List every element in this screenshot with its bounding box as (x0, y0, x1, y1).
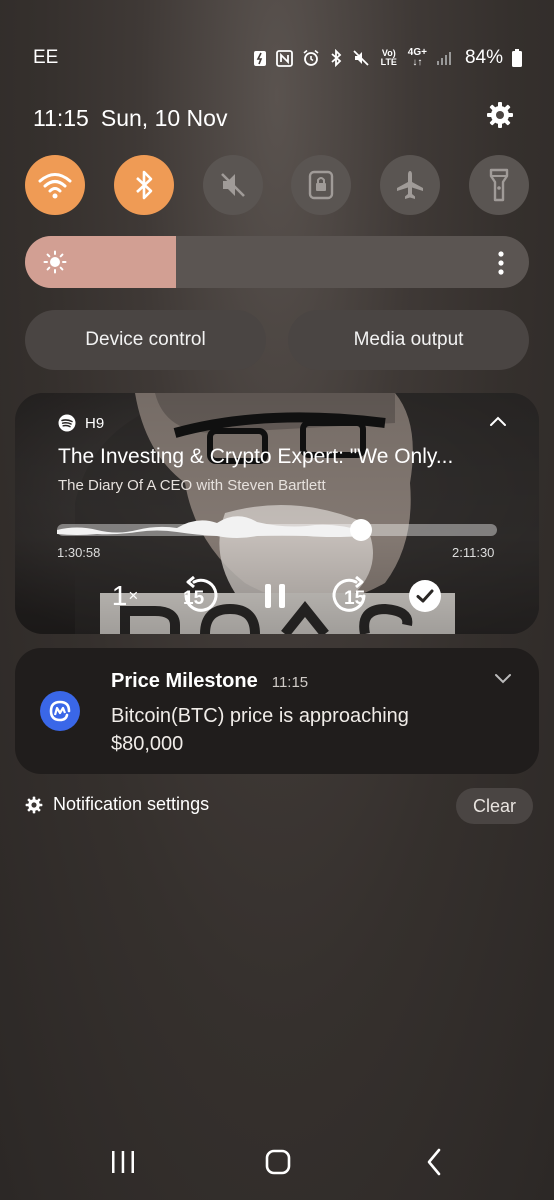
chevron-up-icon[interactable] (489, 414, 507, 432)
quick-actions-row: Device control Media output (25, 310, 529, 370)
media-progress-fill (57, 516, 363, 538)
battery-percent: 84% (464, 47, 503, 68)
notification-header: Price Milestone 11:15 (111, 670, 308, 693)
mute-icon (220, 173, 245, 197)
recents-button[interactable] (93, 1140, 153, 1184)
clock-time: 11:15 (33, 104, 89, 131)
alarm-icon (302, 49, 320, 67)
media-source: H9 (58, 414, 104, 432)
rotation-lock-icon (309, 170, 334, 200)
device-control-button[interactable]: Device control (25, 310, 266, 370)
status-bar: EE Vo) LTE 4G+ ↓↑ 84% (33, 44, 522, 72)
media-subtitle: The Diary Of A CEO with Steven Bartlett (58, 477, 326, 494)
rewind-label: 15 (183, 588, 205, 609)
clock-date: Sun, 10 Nov (100, 104, 228, 131)
brightness-slider[interactable] (25, 236, 529, 288)
media-controls: 1 × 15 15 (100, 576, 450, 616)
media-elapsed-time: 1:30:58 (57, 545, 101, 560)
forward-label: 15 (344, 588, 366, 609)
flashlight-icon (489, 168, 509, 202)
playback-speed-value: 1 (111, 580, 128, 611)
recents-icon (112, 1151, 134, 1173)
playback-speed-suffix: × (128, 586, 139, 605)
rotation-lock-toggle[interactable] (291, 155, 352, 215)
airplane-mode-toggle[interactable] (380, 155, 441, 215)
status-icons: Vo) LTE 4G+ ↓↑ 84% (253, 47, 522, 69)
airplane-icon (397, 171, 424, 199)
volte-icon: Vo) LTE (380, 48, 397, 67)
media-total-time: 2:11:30 (452, 545, 495, 560)
pause-icon (265, 584, 285, 608)
header-row: 11:15 Sun, 10 Nov (33, 102, 514, 134)
nfc-icon (275, 49, 293, 67)
coinmarketcap-app-icon (40, 691, 80, 731)
navigation-bar (0, 1140, 554, 1184)
bluetooth-status-icon (329, 49, 343, 67)
notification-body: Bitcoin(BTC) price is approaching $80,00… (111, 705, 409, 755)
network-type-icon: 4G+ ↓↑ (408, 48, 427, 68)
clock[interactable]: 11:15 Sun, 10 Nov (33, 105, 227, 132)
carrier-name: EE (33, 47, 59, 68)
forward-15-button[interactable]: 15 (325, 576, 375, 616)
media-source-label: H9 (85, 414, 105, 432)
battery-icon (512, 49, 522, 67)
wifi-toggle[interactable] (25, 155, 85, 215)
home-icon (265, 1149, 291, 1175)
bluetooth-toggle[interactable] (113, 155, 174, 215)
data-saver-icon (253, 49, 267, 67)
brightness-sun-icon (43, 250, 67, 279)
back-button[interactable] (404, 1140, 464, 1184)
flashlight-toggle[interactable] (468, 155, 529, 215)
bluetooth-icon (135, 170, 153, 200)
settings-gear-icon[interactable] (486, 101, 514, 135)
save-episode-button[interactable] (400, 576, 450, 616)
notification-settings-link[interactable]: Notification settings (25, 794, 209, 815)
data-arrows-icon: ↓↑ (412, 57, 423, 68)
media-output-button[interactable]: Media output (288, 310, 529, 370)
home-button[interactable] (248, 1140, 308, 1184)
signal-icon (436, 50, 452, 66)
settings-small-icon (25, 796, 43, 813)
mute-toggle[interactable] (202, 155, 263, 215)
playback-speed-button[interactable]: 1 × (100, 576, 150, 616)
spotify-icon (58, 414, 76, 432)
more-options-icon[interactable] (497, 250, 505, 281)
media-title: The Investing & Crypto Expert: "We Only.… (58, 445, 454, 468)
pause-button[interactable] (250, 576, 300, 616)
quick-settings-row (25, 155, 529, 215)
back-icon (427, 1148, 441, 1176)
wifi-icon (38, 173, 72, 199)
checkmark-circle-icon (409, 580, 441, 612)
media-progress-thumb[interactable] (349, 519, 372, 541)
chevron-down-icon[interactable] (494, 672, 512, 690)
rewind-15-button[interactable]: 15 (175, 576, 225, 616)
notification-settings-label: Notification settings (53, 794, 210, 814)
notification-time: 11:15 (271, 674, 309, 691)
notification-title: Price Milestone (111, 670, 258, 692)
mute-status-icon (352, 49, 370, 67)
clear-button[interactable]: Clear (456, 788, 533, 824)
